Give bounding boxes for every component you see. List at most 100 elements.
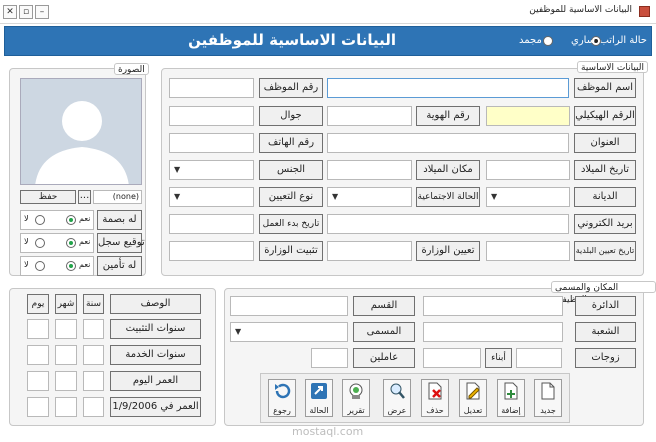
header-bar: البيانات الاساسية للموظفين حالة الراتب س… (4, 26, 652, 56)
view-button[interactable]: عرض (383, 379, 411, 417)
photo-legend: الصورة (114, 63, 149, 75)
address-label: العنوان (574, 133, 636, 153)
municipal-date-input[interactable] (486, 241, 570, 261)
fingerprint-yes-radio[interactable] (66, 215, 76, 225)
birth-date-input[interactable] (486, 160, 570, 180)
photo-save-button[interactable]: حفظ (20, 190, 76, 204)
insurance-yes-label: نعم (79, 260, 91, 269)
signature-no-radio[interactable] (35, 238, 45, 248)
back-button[interactable]: رجوع (268, 379, 296, 417)
edit-pencil-icon (466, 382, 480, 400)
spouses-input[interactable] (516, 348, 562, 368)
new-button[interactable]: جديد (534, 379, 562, 417)
ministry-confirm-input[interactable] (169, 241, 254, 261)
minimize-window-button[interactable]: – (35, 5, 49, 19)
edit-button-label: تعديل (463, 406, 483, 415)
phone-input[interactable] (169, 133, 254, 153)
job-title-select[interactable]: ▼ (230, 322, 348, 342)
watermark: mostaql.com (292, 425, 364, 438)
work-start-label: تاريخ بدء العمل (259, 214, 323, 234)
basic-data-legend: البيانات الاساسية (577, 61, 648, 73)
window-title: البيانات الاساسية للموظفين (529, 5, 632, 15)
department-input[interactable] (423, 296, 563, 316)
birth-place-input[interactable] (327, 160, 412, 180)
children-label: أبناء (485, 348, 512, 368)
section-input[interactable] (230, 296, 348, 316)
year-header: سنة (83, 294, 104, 314)
age-today-months-value (55, 371, 77, 391)
new-document-icon (541, 382, 555, 400)
title-bar: ✕ ▫ – البيانات الاساسية للموظفين (0, 0, 656, 24)
service-years-label: سنوات الخدمة (110, 345, 201, 365)
children-input[interactable] (423, 348, 481, 368)
fingerprint-no-radio[interactable] (35, 215, 45, 225)
new-button-label: جديد (540, 406, 556, 415)
status-button-label: الحالة (309, 406, 329, 415)
address-input[interactable] (327, 133, 569, 153)
employee-name-input[interactable] (327, 78, 569, 98)
view-button-label: عرض (387, 406, 407, 415)
appointment-type-label: نوع التعيين (259, 187, 323, 207)
age-on-date-years-value (83, 397, 104, 417)
fingerprint-toggle: نعم لا (20, 210, 94, 230)
birth-place-label: مكان الميلاد (416, 160, 480, 180)
page-title: البيانات الاساسية للموظفين (188, 31, 396, 49)
phone-label: رقم الهاتف (259, 133, 323, 153)
maximize-window-button[interactable]: ▫ (19, 5, 33, 19)
delete-icon (428, 382, 442, 400)
radio-active-label: ساري (571, 35, 596, 46)
tenure-years-label: سنوات التثبيت (110, 319, 201, 339)
insurance-toggle: نعم لا (20, 256, 94, 276)
employee-no-input[interactable] (169, 78, 254, 98)
description-header: الوصف (110, 294, 201, 314)
signature-yes-label: نعم (79, 237, 91, 246)
division-input[interactable] (423, 322, 563, 342)
email-input[interactable] (327, 214, 569, 234)
delete-button-label: حذف (426, 406, 444, 415)
radio-frozen[interactable] (543, 36, 553, 46)
photo-browse-button[interactable]: ... (78, 190, 91, 204)
marital-status-label: الحالة الاجتماعية (416, 187, 480, 207)
ministry-appoint-input[interactable] (327, 241, 412, 261)
gender-select[interactable]: ▼ (169, 160, 254, 180)
service-months-value (55, 345, 77, 365)
signature-toggle: نعم لا (20, 233, 94, 253)
id-no-input[interactable] (327, 106, 412, 126)
appointment-type-select[interactable]: ▼ (169, 187, 254, 207)
id-no-label: رقم الهوية (416, 106, 480, 126)
insurance-button[interactable]: له تأمين (97, 256, 142, 276)
age-today-days-value (27, 371, 49, 391)
photo-path-field[interactable]: (none) (93, 190, 142, 204)
report-button[interactable]: تقرير (342, 379, 370, 417)
signature-button[interactable]: توقيع سجل (97, 233, 145, 253)
insurance-yes-radio[interactable] (66, 261, 76, 271)
fingerprint-yes-label: نعم (79, 214, 91, 223)
employee-photo[interactable] (20, 78, 142, 185)
section-label: القسم (353, 296, 415, 316)
month-header: شهر (55, 294, 77, 314)
fingerprint-button[interactable]: له بصمة (97, 210, 142, 230)
employee-no-label: رقم الموظف (259, 78, 323, 98)
work-start-input[interactable] (169, 214, 254, 234)
close-window-button[interactable]: ✕ (3, 5, 17, 19)
dependents-input[interactable] (311, 348, 348, 368)
add-document-icon (504, 382, 518, 400)
delete-button[interactable]: حذف (421, 379, 449, 417)
marital-status-select[interactable]: ▼ (327, 187, 412, 207)
day-header: يوم (27, 294, 49, 314)
avatar-silhouette-icon (35, 101, 129, 184)
edit-button[interactable]: تعديل (459, 379, 487, 417)
employee-name-label: اسم الموظف (574, 78, 636, 98)
mobile-input[interactable] (169, 106, 254, 126)
religion-select[interactable]: ▼ (486, 187, 570, 207)
signature-yes-radio[interactable] (66, 238, 76, 248)
radio-frozen-label: مجمد (519, 35, 542, 46)
fingerprint-no-label: لا (24, 214, 29, 223)
department-label: الدائرة (575, 296, 636, 316)
status-button[interactable]: الحالة (305, 379, 333, 417)
status-link-icon (311, 383, 327, 399)
insurance-no-radio[interactable] (35, 261, 45, 271)
app-icon (639, 6, 650, 17)
structural-no-input[interactable] (486, 106, 570, 126)
add-button[interactable]: إضافة (497, 379, 525, 417)
